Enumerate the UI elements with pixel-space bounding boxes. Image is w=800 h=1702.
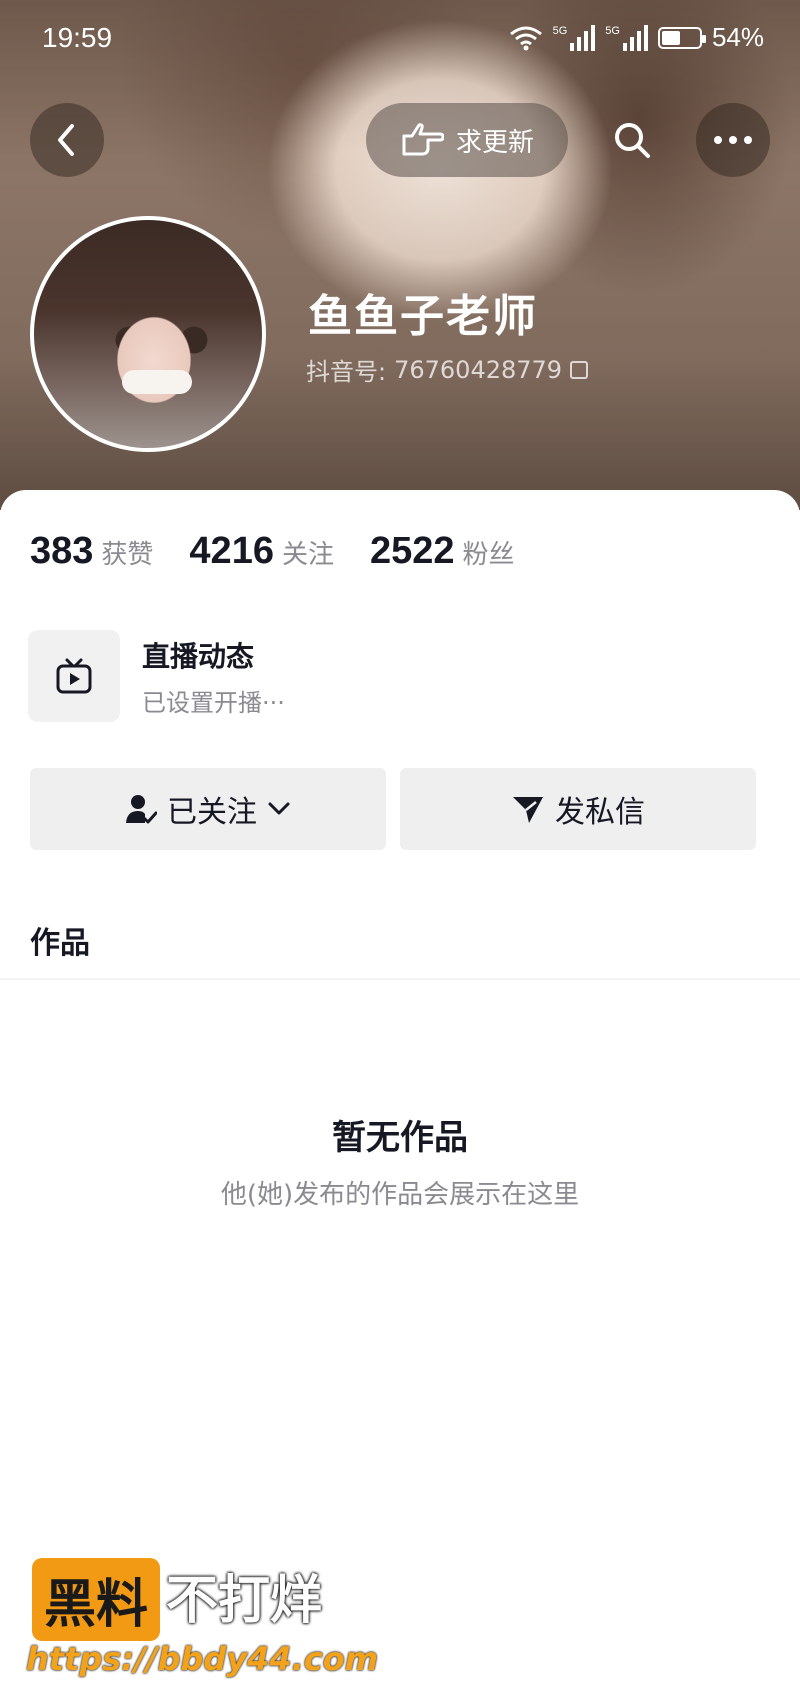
battery-percent: 54% — [711, 22, 764, 52]
watermark: 黑料 不打烊 https://bbdy44.com — [26, 1558, 378, 1678]
empty-state-subtitle: 他(她)发布的作品会展示在这里 — [220, 1180, 580, 1210]
signal-icon-1: 5G — [553, 24, 596, 51]
tv-icon — [56, 658, 92, 694]
profile-name: 鱼鱼子老师 — [308, 291, 538, 342]
back-arrow-icon — [58, 124, 74, 156]
pointing-hand-icon — [402, 123, 444, 156]
search-button[interactable] — [595, 103, 669, 177]
stat-followers[interactable]: 2522 粉丝 — [370, 530, 515, 573]
stat-following-label: 关注 — [281, 540, 334, 570]
wifi-icon — [509, 26, 542, 50]
profile-id[interactable]: 抖音号: 76760428779 — [306, 352, 589, 387]
back-button[interactable] — [30, 103, 104, 177]
stat-likes-label: 获赞 — [101, 540, 154, 570]
avatar-bone-detail — [122, 370, 192, 394]
profile-id-label: 抖音号: — [306, 358, 387, 386]
profile-sheet: 383 获赞 4216 关注 2522 粉丝 直播动态 已设置开播··· 已关注… — [0, 490, 800, 1702]
stat-following-value: 4216 — [189, 530, 274, 572]
empty-state-title: 暂无作品 — [332, 1118, 468, 1158]
followed-button[interactable]: 已关注 — [30, 768, 386, 850]
stat-likes-value: 383 — [30, 530, 94, 572]
watermark-url: https://bbdy44.com — [26, 1640, 379, 1678]
stat-likes[interactable]: 383 获赞 — [30, 530, 153, 573]
stat-followers-value: 2522 — [369, 530, 455, 572]
live-text: 直播动态 已设置开播··· — [142, 635, 285, 718]
search-icon — [615, 123, 650, 158]
copy-icon[interactable] — [570, 360, 589, 379]
avatar[interactable] — [30, 216, 266, 452]
watermark-text: 不打烊 — [166, 1571, 323, 1631]
request-update-button[interactable]: 求更新 — [366, 103, 568, 177]
signal-icon-2: 5G — [605, 24, 648, 51]
profile-id-value: 76760428779 — [394, 355, 563, 384]
status-bar: 19:59 5G 5G 54% — [0, 18, 800, 62]
chevron-down-icon — [268, 802, 290, 815]
tab-works[interactable]: 作品 — [30, 918, 90, 962]
more-icon — [714, 136, 752, 144]
stat-following[interactable]: 4216 关注 — [189, 530, 334, 573]
status-icons: 5G 5G 54% — [509, 22, 764, 53]
stat-followers-label: 粉丝 — [462, 540, 515, 570]
send-icon — [513, 797, 543, 823]
status-time: 19:59 — [42, 22, 113, 53]
request-update-label: 求更新 — [455, 127, 534, 158]
message-button[interactable]: 发私信 — [400, 768, 756, 850]
live-subtitle: 已设置开播··· — [142, 688, 285, 717]
battery-icon — [657, 26, 706, 49]
followed-label: 已关注 — [167, 795, 257, 830]
message-label: 发私信 — [555, 795, 645, 830]
live-title: 直播动态 — [142, 639, 255, 673]
stats-row: 383 获赞 4216 关注 2522 粉丝 — [30, 530, 551, 573]
watermark-badge: 黑料 — [32, 1558, 161, 1641]
live-updates-entry[interactable]: 直播动态 已设置开播··· — [28, 630, 285, 722]
profile-cover: 19:59 5G 5G 54% 求更新 鱼鱼子老师 抖音号: 767604287… — [0, 0, 800, 510]
person-check-icon — [126, 795, 157, 824]
more-button[interactable] — [696, 103, 770, 177]
live-tv-icon-box — [28, 630, 120, 722]
tab-divider — [0, 978, 800, 980]
